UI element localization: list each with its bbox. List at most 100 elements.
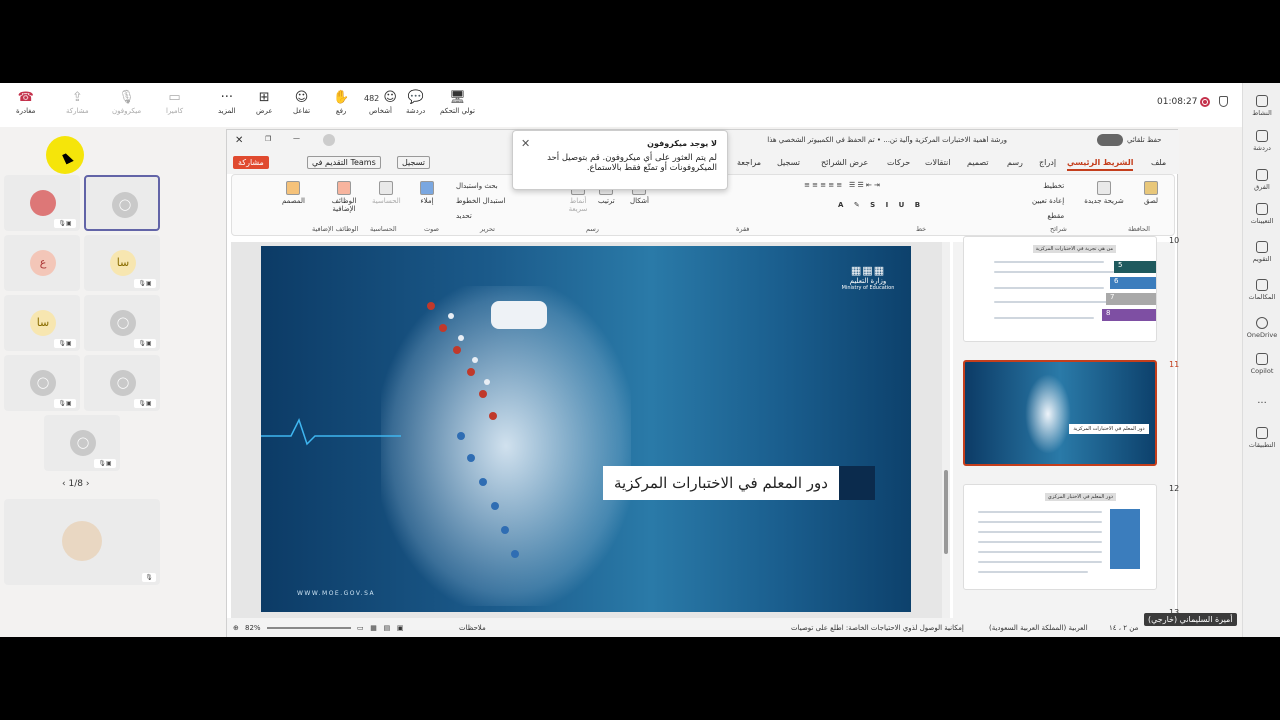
minimize-icon[interactable]: — bbox=[293, 134, 300, 142]
sensitivity-icon bbox=[379, 181, 394, 195]
avatar bbox=[30, 190, 56, 216]
select-button[interactable]: تحديد bbox=[456, 209, 505, 224]
tab-file[interactable]: ملف bbox=[1151, 158, 1166, 167]
participant-status: 🎙▣ bbox=[54, 399, 76, 408]
editor-scrollbar[interactable] bbox=[942, 242, 950, 618]
tab-animations[interactable]: حركات bbox=[887, 158, 910, 167]
participant-tile[interactable]: ◯ 🎙▣ bbox=[4, 355, 80, 411]
phone-hangup-icon: ☎ bbox=[17, 90, 34, 105]
teams-icon bbox=[1256, 169, 1268, 181]
rail-calls[interactable]: المكالمات bbox=[1243, 279, 1280, 301]
slide-title[interactable]: دور المعلم في الاختبارات المركزية bbox=[603, 466, 875, 500]
paste-icon bbox=[1144, 181, 1159, 195]
rail-onedrive[interactable]: OneDrive bbox=[1243, 317, 1280, 339]
participant-tile[interactable]: ع bbox=[4, 235, 80, 291]
more-button[interactable]: ··· المزيد bbox=[218, 91, 236, 116]
avatar: ع bbox=[30, 250, 56, 276]
sensitivity-button[interactable]: الحساسية bbox=[372, 181, 401, 205]
designer-button[interactable]: المصمم bbox=[282, 181, 305, 205]
tab-insert[interactable]: إدراج bbox=[1039, 158, 1056, 167]
mic-button[interactable]: 🎙 ميكروفون bbox=[112, 91, 141, 116]
rail-calendar[interactable]: التقويم bbox=[1243, 241, 1280, 263]
group-label: فقرة bbox=[736, 225, 750, 233]
rail-teams[interactable]: الفرق bbox=[1243, 169, 1280, 191]
autosave-toggle[interactable] bbox=[1097, 134, 1123, 146]
replace-fonts-button[interactable]: استبدال الخطوط bbox=[456, 194, 505, 209]
current-slide[interactable]: ▦▦▦ وزارة التعليم Ministry of Education … bbox=[261, 246, 911, 612]
people-button[interactable]: 482 ☺ أشخاص bbox=[364, 90, 397, 116]
present-in-teams-button[interactable]: التقديم في Teams bbox=[307, 156, 381, 169]
thumbnail-card: من هي تجربة في الاختبارات المركزية 5 6 7… bbox=[963, 236, 1157, 342]
find-button[interactable]: بحث واستبدال bbox=[456, 179, 505, 194]
avatar-placeholder-icon: ◯ bbox=[112, 192, 138, 218]
share-button[interactable]: مشاركة bbox=[233, 156, 269, 169]
people-icon: 482 ☺ bbox=[364, 90, 397, 105]
participant-tile[interactable]: 🎙▣ bbox=[4, 175, 80, 231]
group-label: خط bbox=[916, 225, 927, 233]
thumbnail-card: دور المعلم في الاختبار المركزي bbox=[963, 484, 1157, 590]
rail-assignments[interactable]: التعيينات bbox=[1243, 203, 1280, 225]
slide-editor: ▦▦▦ وزارة التعليم Ministry of Education … bbox=[231, 242, 950, 618]
scrollbar-thumb[interactable] bbox=[944, 470, 948, 554]
tab-slideshow[interactable]: عرض الشرائح bbox=[821, 158, 868, 167]
close-icon[interactable]: ✕ bbox=[235, 135, 243, 146]
mic-icon bbox=[420, 181, 434, 195]
participant-tile[interactable]: سا 🎙▣ bbox=[84, 235, 160, 291]
addins-button[interactable]: الوظائف الإضافية bbox=[324, 181, 364, 213]
thumbnail-title: دور المعلم في الاختبارات المركزية bbox=[1069, 424, 1149, 434]
zoom-slider[interactable] bbox=[267, 627, 351, 629]
participant-tile[interactable]: ◯ 🎙▣ bbox=[84, 355, 160, 411]
grid-icon: ⊞ bbox=[258, 90, 270, 105]
rail-activity[interactable]: النشاط bbox=[1243, 95, 1280, 117]
view-button[interactable]: ⊞ عرض bbox=[256, 90, 273, 116]
notification-title: لا يوجد ميكروفون bbox=[647, 139, 717, 148]
language-status[interactable]: العربية (المملكة العربية السعودية) bbox=[989, 624, 1088, 632]
tab-transitions[interactable]: انتقالات bbox=[925, 158, 950, 167]
share-button[interactable]: ⇪ مشاركة bbox=[66, 91, 89, 116]
zoom-level: 82% bbox=[245, 624, 261, 632]
reset-button[interactable]: إعادة تعيين bbox=[1032, 194, 1064, 209]
notes-button[interactable]: ملاحظات bbox=[459, 624, 486, 632]
user-avatar[interactable] bbox=[323, 134, 335, 146]
group-label: شرائح bbox=[1050, 225, 1067, 233]
view-icons[interactable]: ▭ ▦ ▤ ▣ bbox=[357, 624, 403, 632]
paste-button[interactable]: لصق bbox=[1144, 181, 1158, 205]
font-controls[interactable]: A ✎ S I U B bbox=[838, 201, 998, 209]
avatar: سا bbox=[110, 250, 136, 276]
participant-tile-selected[interactable]: ◯ bbox=[84, 175, 160, 231]
take-control-button[interactable]: 🖥 تولي التحكم bbox=[440, 91, 475, 116]
rail-more[interactable]: ... bbox=[1243, 395, 1280, 406]
smile-icon: ☺ bbox=[294, 90, 309, 105]
cloud-icon bbox=[1256, 317, 1268, 329]
fit-icon[interactable]: ⊕ bbox=[233, 624, 239, 632]
participant-tile[interactable]: ◯ 🎙▣ bbox=[44, 415, 120, 471]
gallery-pager[interactable]: ‹ 1/8 › bbox=[62, 479, 89, 489]
leave-button[interactable]: ☎ مغادرة bbox=[16, 90, 35, 116]
tab-design[interactable]: تصميم bbox=[967, 158, 989, 167]
tab-home[interactable]: الشريط الرئيسي bbox=[1067, 158, 1134, 171]
section-button[interactable]: مقطع bbox=[1032, 209, 1064, 224]
participant-tile[interactable]: سا 🎙▣ bbox=[4, 295, 80, 351]
tab-record[interactable]: تسجيل bbox=[777, 158, 800, 167]
books-image bbox=[1110, 509, 1140, 569]
rail-apps[interactable]: التطبيقات bbox=[1243, 427, 1280, 449]
heartbeat-line bbox=[261, 418, 401, 446]
accessibility-status[interactable]: إمكانية الوصول لذوي الاحتياجات الخاصة: ا… bbox=[791, 624, 964, 632]
restore-icon[interactable]: ❐ bbox=[265, 135, 271, 143]
close-icon[interactable]: ✕ bbox=[521, 137, 530, 150]
self-view-tile[interactable]: 🎙 bbox=[4, 499, 160, 585]
layout-button[interactable]: تخطيط bbox=[1032, 179, 1064, 194]
camera-button[interactable]: ▭ كاميرا bbox=[166, 91, 183, 116]
rail-chat[interactable]: دردشة bbox=[1243, 130, 1280, 152]
participant-tile[interactable]: ◯ 🎙▣ bbox=[84, 295, 160, 351]
react-button[interactable]: ☺ تفاعل bbox=[293, 90, 310, 116]
rail-copilot[interactable]: Copilot bbox=[1243, 353, 1280, 375]
record-button[interactable]: تسجيل bbox=[397, 156, 430, 169]
hand-icon: ✋ bbox=[333, 90, 350, 105]
raise-hand-button[interactable]: ✋ رفع bbox=[333, 90, 350, 116]
tab-review[interactable]: مراجعة bbox=[737, 158, 761, 167]
new-slide-button[interactable]: شريحة جديدة bbox=[1084, 181, 1124, 205]
dictate-button[interactable]: إملاء bbox=[420, 181, 434, 205]
tab-draw[interactable]: رسم bbox=[1007, 158, 1023, 167]
chat-button[interactable]: 💬 دردشة bbox=[406, 91, 425, 116]
